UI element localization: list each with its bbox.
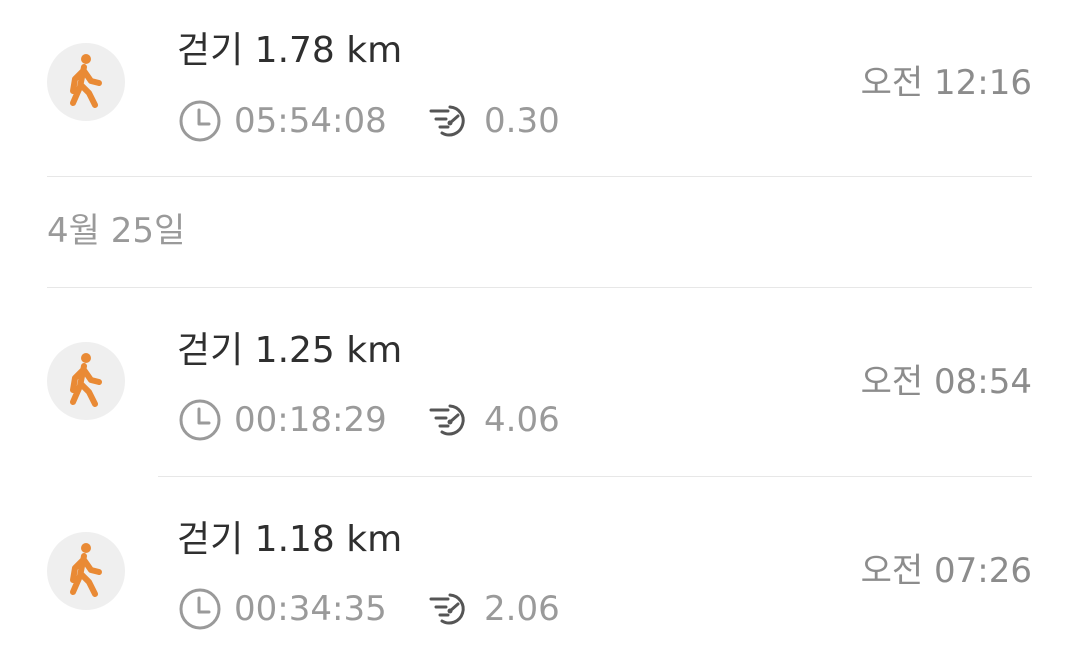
- activity-item[interactable]: 걷기 1.78 km 05:54:08 0.30 오전 12:16: [0, 0, 1080, 176]
- speedometer-icon: [429, 404, 465, 436]
- walking-person-icon: [70, 543, 102, 597]
- duration-metric: 05:54:08: [178, 99, 387, 143]
- activity-item[interactable]: 걷기 1.18 km 00:34:35 2.06 오전 07:26: [0, 477, 1080, 653]
- date-header: 4월 25일: [47, 211, 186, 251]
- activity-title: 걷기 1.25 km: [177, 330, 403, 371]
- activity-time: 오전 07:26: [860, 551, 1032, 591]
- pace-value: 0.30: [484, 101, 560, 141]
- pace-metric: 2.06: [428, 587, 560, 631]
- pace-metric: 0.30: [428, 99, 560, 143]
- duration-value: 00:34:35: [234, 589, 387, 629]
- activity-avatar: [47, 532, 125, 610]
- duration-value: 00:18:29: [234, 400, 387, 440]
- activity-title: 걷기 1.18 km: [177, 519, 403, 560]
- pace-value: 2.06: [484, 589, 560, 629]
- activity-item[interactable]: 걷기 1.25 km 00:18:29 4.06 오전 08:54: [0, 288, 1080, 476]
- activity-time: 오전 12:16: [860, 63, 1032, 103]
- activity-avatar: [47, 43, 125, 121]
- duration-value: 05:54:08: [234, 101, 387, 141]
- activity-time: 오전 08:54: [860, 362, 1032, 402]
- speedometer-icon: [429, 593, 465, 625]
- walking-person-icon: [70, 353, 102, 407]
- clock-icon: [179, 100, 221, 142]
- clock-icon: [179, 588, 221, 630]
- speedometer-icon: [429, 105, 465, 137]
- pace-value: 4.06: [484, 400, 560, 440]
- walking-person-icon: [70, 54, 102, 108]
- duration-metric: 00:18:29: [178, 398, 387, 442]
- duration-metric: 00:34:35: [178, 587, 387, 631]
- pace-metric: 4.06: [428, 398, 560, 442]
- activity-avatar: [47, 342, 125, 420]
- activity-title: 걷기 1.78 km: [177, 30, 403, 71]
- clock-icon: [179, 399, 221, 441]
- section-divider: [47, 176, 1032, 177]
